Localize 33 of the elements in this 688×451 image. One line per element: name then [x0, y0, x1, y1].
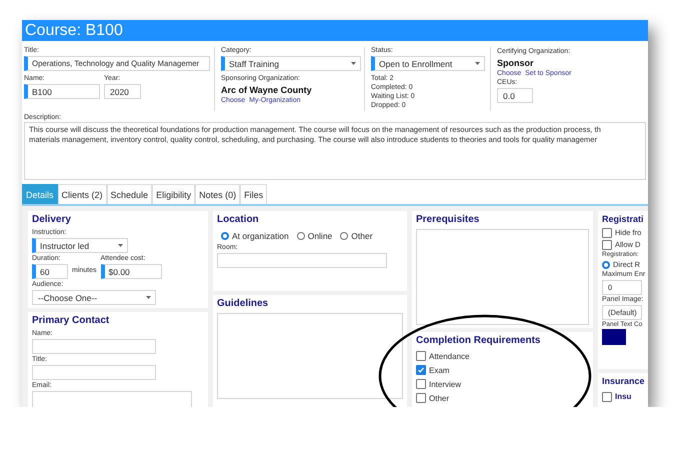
radio-label: Online	[308, 230, 332, 240]
text-field[interactable]: 0.0	[497, 88, 533, 103]
checkbox-label: Attendance	[429, 352, 470, 360]
text-field[interactable]: 60	[32, 264, 68, 279]
text-field[interactable]: $0.00	[100, 264, 162, 279]
checkbox-label: Insu	[615, 392, 632, 401]
dropdown[interactable]: Open to Enrollment	[371, 56, 485, 71]
panel-heading: Delivery	[32, 214, 72, 225]
panel-heading: Insurance	[602, 376, 646, 386]
text-field[interactable]: 2020	[104, 84, 141, 99]
text-field[interactable]: B100	[24, 84, 100, 99]
tab[interactable]: Files	[240, 184, 268, 204]
tab[interactable]: Notes (0)	[195, 184, 240, 204]
panel-heading: Primary Contact	[32, 315, 110, 326]
dropdown[interactable]: Staff Training	[221, 56, 361, 71]
panel-heading: Guidelines	[217, 298, 270, 309]
tab[interactable]: Clients (2)	[58, 184, 107, 204]
tab[interactable]: Eligibility	[152, 184, 196, 204]
checkbox-label: Other	[429, 394, 450, 402]
panel-heading: Location	[217, 214, 260, 225]
checkbox-label: Interview	[429, 380, 462, 388]
tab[interactable]: Schedule	[106, 184, 152, 204]
dropdown[interactable]: Instructor led	[32, 238, 128, 253]
panel-heading: Completion Requirements	[416, 335, 542, 346]
radio-label: At organization	[232, 230, 289, 240]
organization-name: Sponsor	[497, 58, 535, 68]
panel-heading: Prerequisites	[416, 214, 480, 225]
dropdown[interactable]: --Choose One--	[32, 290, 156, 305]
organization-name: Arc of Wayne County	[221, 85, 313, 95]
radio-label: Other	[351, 230, 373, 240]
checkbox-label: Exam	[429, 366, 450, 374]
panel-heading: Registrati	[602, 214, 645, 224]
window-title: Course: B100	[22, 20, 648, 41]
